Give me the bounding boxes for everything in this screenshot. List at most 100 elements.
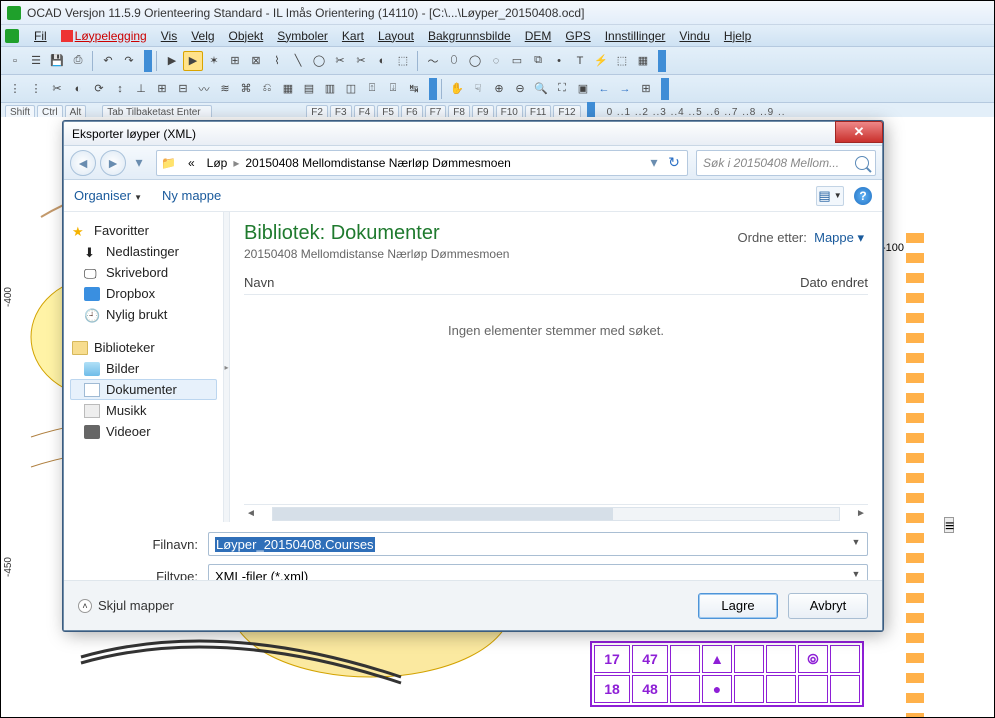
tree-dokumenter[interactable]: Dokumenter	[70, 379, 217, 400]
filename-dropdown-icon[interactable]: ▼	[849, 537, 863, 551]
tree-libraries-head[interactable]: Biblioteker	[70, 337, 217, 358]
nav-back[interactable]: ◄	[70, 150, 96, 176]
close-button[interactable]: ✕	[835, 121, 883, 143]
tb2-o[interactable]: ▥	[320, 79, 340, 99]
menu-vindu[interactable]: Vindu	[675, 27, 713, 45]
help-button[interactable]: ?	[854, 187, 872, 205]
tree-nylig[interactable]: 🕘Nylig brukt	[70, 304, 217, 325]
tb2-zoomin[interactable]: ⊕	[489, 79, 509, 99]
pane-scrollbar[interactable]: ◄ ►	[244, 504, 868, 522]
tb2-zoom[interactable]: 🔍	[531, 79, 551, 99]
tb-tool-g[interactable]: ✂	[330, 51, 350, 71]
tb-tool-p[interactable]: ⧉	[528, 51, 548, 71]
nav-forward[interactable]: ►	[100, 150, 126, 176]
tb2-l[interactable]: ⎌	[257, 79, 277, 99]
tb2-fit[interactable]: ⛶	[552, 79, 572, 99]
menu-velg[interactable]: Velg	[187, 27, 218, 45]
tree-bilder[interactable]: Bilder	[70, 358, 217, 379]
tb2-k[interactable]: ⌘	[236, 79, 256, 99]
tb-tool-a[interactable]: ✶	[204, 51, 224, 71]
menu-loypelegging[interactable]: Løypelegging	[57, 27, 151, 45]
tb2-q[interactable]: ⍐	[362, 79, 382, 99]
tb-tool-b[interactable]: ⊞	[225, 51, 245, 71]
menu-layout[interactable]: Layout	[374, 27, 418, 45]
tree-favorites-head[interactable]: ★Favoritter	[70, 220, 217, 241]
tree-videoer[interactable]: Videoer	[70, 421, 217, 442]
cancel-button[interactable]: Avbryt	[788, 593, 868, 619]
tree-nedlastinger[interactable]: ⬇Nedlastinger	[70, 241, 217, 262]
tb2-g[interactable]: ⊞	[152, 79, 172, 99]
tb2-full[interactable]: ▣	[573, 79, 593, 99]
tb-tool-c[interactable]: ⊠	[246, 51, 266, 71]
tb-tool-d[interactable]: ⌇	[267, 51, 287, 71]
tb2-n[interactable]: ▤	[299, 79, 319, 99]
tb-tool-h[interactable]: ✂	[351, 51, 371, 71]
tree-musikk[interactable]: Musikk	[70, 400, 217, 421]
arrange-by-link[interactable]: Mappe ▾	[814, 230, 864, 245]
tb-tool-f[interactable]: ◯	[309, 51, 329, 71]
hide-folders-toggle[interactable]: ˄ Skjul mapper	[78, 598, 174, 613]
tb-tool-e[interactable]: ╲	[288, 51, 308, 71]
tb2-c[interactable]: ◐	[68, 79, 88, 99]
tb2-f[interactable]: ⊥	[131, 79, 151, 99]
scroll-left-icon[interactable]: ◄	[244, 508, 258, 519]
tb2-p[interactable]: ◫	[341, 79, 361, 99]
tb2-h[interactable]: ⊟	[173, 79, 193, 99]
tb-redo[interactable]: ↷	[119, 51, 139, 71]
tb2-right[interactable]: →	[615, 79, 635, 99]
bc-seg-2[interactable]: 20150408 Mellomdistanse Nærløp Dømmesmoe…	[239, 156, 516, 170]
search-input[interactable]: Søk i 20150408 Mellom...	[696, 150, 876, 176]
organise-button[interactable]: Organiser▼	[74, 188, 142, 203]
tb2-left[interactable]: ←	[594, 79, 614, 99]
tb-tool-i[interactable]: ◐	[372, 51, 392, 71]
bc-dropdown[interactable]: ▾	[645, 152, 663, 174]
tb-open[interactable]: ☰	[26, 51, 46, 71]
tb-play2[interactable]: ▶	[183, 51, 203, 71]
filename-input[interactable]: Løyper_20150408.Courses ▼	[208, 532, 868, 556]
tb-tool-u[interactable]: ▦	[633, 51, 653, 71]
tb-play[interactable]: ▶	[162, 51, 182, 71]
tb-tool-o[interactable]: ▭	[507, 51, 527, 71]
tb-undo[interactable]: ↶	[98, 51, 118, 71]
scroll-indicator[interactable]: ≡	[944, 517, 954, 533]
tb2-pan[interactable]: ✋	[447, 79, 467, 99]
menu-bakgrunn[interactable]: Bakgrunnsbilde	[424, 27, 515, 45]
tb2-s[interactable]: ↹	[404, 79, 424, 99]
tb2-a[interactable]: ⋮	[5, 79, 25, 99]
menu-fil[interactable]: Fil	[30, 27, 51, 45]
tree-skrivebord[interactable]: 🖵Skrivebord	[70, 262, 217, 283]
nav-history[interactable]: ▾	[130, 152, 148, 174]
tb2-cut[interactable]: ✂	[47, 79, 67, 99]
tb-tool-l[interactable]: ⬯	[444, 51, 464, 71]
tb-new[interactable]: ▫	[5, 51, 25, 71]
menu-objekt[interactable]: Objekt	[225, 27, 268, 45]
bc-seg-1[interactable]: Løp	[201, 156, 234, 170]
tb-tool-s[interactable]: ⚡	[591, 51, 611, 71]
tb2-zoomout[interactable]: ⊖	[510, 79, 530, 99]
menu-kart[interactable]: Kart	[338, 27, 368, 45]
tb-tool-r[interactable]: T	[570, 51, 590, 71]
tb2-e[interactable]: ↕	[110, 79, 130, 99]
col-name[interactable]: Navn	[244, 275, 728, 290]
tb2-grid[interactable]: ⊞	[636, 79, 656, 99]
tb-tool-t[interactable]: ⬚	[612, 51, 632, 71]
menu-gps[interactable]: GPS	[561, 27, 594, 45]
menu-dem[interactable]: DEM	[521, 27, 556, 45]
scroll-right-icon[interactable]: ►	[854, 508, 868, 519]
col-date[interactable]: Dato endret	[728, 275, 868, 290]
tb2-b[interactable]: ⋮	[26, 79, 46, 99]
new-folder-button[interactable]: Ny mappe	[162, 188, 221, 203]
tb2-m[interactable]: ▦	[278, 79, 298, 99]
tree-dropbox[interactable]: Dropbox	[70, 283, 217, 304]
tb-tool-j[interactable]: ⬚	[393, 51, 413, 71]
save-button[interactable]: Lagre	[698, 593, 778, 619]
tb2-i[interactable]: 〰	[194, 79, 214, 99]
tb-tool-q[interactable]: •	[549, 51, 569, 71]
tb2-hand[interactable]: ☟	[468, 79, 488, 99]
tb-tool-k[interactable]: ～	[423, 51, 443, 71]
tb-print[interactable]: ⎙	[68, 51, 88, 71]
tb2-d[interactable]: ⟳	[89, 79, 109, 99]
tb-tool-m[interactable]: ◯	[465, 51, 485, 71]
breadcrumb[interactable]: 📁 « Løp ▸ 20150408 Mellomdistanse Nærløp…	[156, 150, 688, 176]
tb-save[interactable]: 💾	[47, 51, 67, 71]
